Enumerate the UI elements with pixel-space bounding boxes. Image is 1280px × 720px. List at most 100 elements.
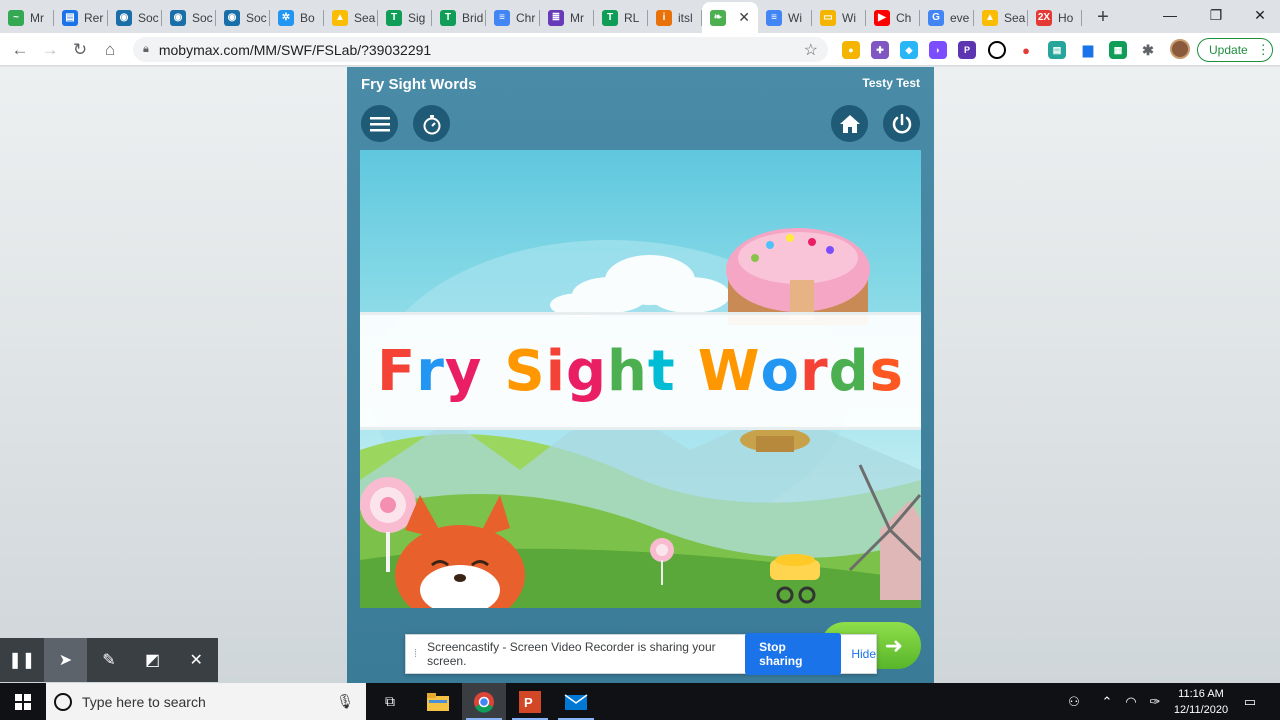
tab-favicon-icon: ▭ [820, 9, 836, 26]
browser-tab[interactable]: ≡ Wi [758, 2, 812, 33]
arrow-right-icon: ➜ [884, 632, 903, 658]
windows-logo-icon [15, 693, 31, 710]
profile-avatar[interactable] [1170, 39, 1190, 59]
title-letter: r [416, 338, 445, 404]
browser-tab-active[interactable]: ❧ ✕ [702, 2, 758, 33]
game-scene[interactable]: Fry Sight Words [360, 150, 921, 608]
restore-button[interactable]: ❐ [1194, 0, 1238, 30]
reload-icon[interactable]: ↻ [68, 38, 92, 62]
drag-grip-icon[interactable]: ⁞ [414, 648, 417, 660]
browser-tab[interactable]: ▭ Wi [812, 2, 866, 33]
close-icon[interactable]: ✕ [174, 638, 218, 682]
extension-shield-icon[interactable]: ◗ [929, 41, 947, 59]
browser-tab[interactable]: ▲ Sea [324, 2, 378, 33]
extensions-puzzle-icon[interactable]: ✱ [1139, 41, 1157, 59]
update-button[interactable]: Update ⋮ [1197, 38, 1273, 62]
pen-workspace-icon[interactable]: ✑ [1144, 683, 1166, 720]
start-button[interactable] [0, 683, 46, 720]
pointer-icon[interactable]: ➤ [43, 638, 88, 682]
tab-favicon-icon: i [656, 9, 672, 26]
tab-label: Sig [408, 10, 426, 25]
browser-tab[interactable]: ✲ Bo [270, 2, 324, 33]
power-icon [892, 113, 911, 133]
people-icon[interactable]: ⚇ [1062, 683, 1086, 720]
hamburger-icon [369, 116, 390, 131]
menu-dots-icon[interactable]: ⋮ [1257, 42, 1270, 58]
pen-icon[interactable]: ✎ [87, 638, 131, 682]
home-icon[interactable]: ⌂ [98, 38, 122, 62]
lock-icon: 🔒︎ [143, 43, 149, 55]
back-icon[interactable]: ← [8, 38, 32, 62]
extension-puzzle-purple-icon[interactable]: ✚ [871, 41, 889, 59]
extension-circle-icon[interactable] [988, 41, 1006, 59]
extension-screencastify-icon[interactable]: ● [1017, 41, 1035, 59]
browser-toolbar: ← → ↻ ⌂ 🔒︎ mobymax.com/MM/SWF/FSLab/?390… [0, 33, 1280, 66]
tab-favicon-icon: ≡ [494, 9, 510, 26]
stopwatch-icon [423, 114, 440, 134]
title-letter: S [504, 338, 546, 404]
bookmark-star-icon[interactable]: ☆ [804, 40, 818, 60]
taskbar-clock[interactable]: 11:16 AM 12/11/2020 [1168, 686, 1234, 718]
extension-diamond-icon[interactable]: ◆ [900, 41, 918, 59]
browser-tab[interactable]: Geve [920, 2, 974, 33]
cortana-icon [54, 692, 72, 711]
hide-button[interactable]: Hide [851, 647, 876, 661]
file-explorer-icon[interactable] [416, 683, 460, 720]
chrome-icon[interactable] [462, 683, 506, 720]
clock-date: 12/11/2020 [1173, 704, 1229, 716]
task-view-icon[interactable]: ⧉ [368, 683, 412, 720]
title-word: Fry [377, 339, 482, 404]
extension-sheets-icon[interactable]: ▦ [1109, 41, 1127, 59]
browser-tab[interactable]: ◉ Soc [162, 2, 216, 33]
timer-button[interactable] [413, 105, 450, 142]
powerpoint-icon[interactable]: P [508, 683, 552, 720]
url-text[interactable]: mobymax.com/MM/SWF/FSLab/?39032291 [159, 42, 431, 58]
browser-tab[interactable]: ~ Mr [0, 2, 54, 33]
tab-favicon-icon: ◉ [116, 9, 132, 26]
extension-notes-icon[interactable]: ▤ [1048, 41, 1066, 59]
forward-icon[interactable]: → [38, 38, 62, 62]
home-button[interactable] [831, 105, 868, 142]
browser-tab[interactable]: T Brid [432, 2, 486, 33]
browser-tab[interactable]: ≡ Chr [486, 2, 540, 33]
browser-tab[interactable]: ▲ Sea [974, 2, 1028, 33]
wifi-icon[interactable]: ◠ [1120, 683, 1142, 720]
address-bar[interactable]: 🔒︎ mobymax.com/MM/SWF/FSLab/?39032291 ☆ [133, 37, 828, 62]
notifications-icon[interactable]: ▭ [1238, 683, 1262, 720]
update-label: Update [1209, 43, 1248, 57]
clock-time: 11:16 AM [1178, 688, 1224, 700]
browser-tab[interactable]: ◉ Soc [216, 2, 270, 33]
browser-tab[interactable]: T Sig [378, 2, 432, 33]
stop-sharing-button[interactable]: Stop sharing [745, 633, 842, 675]
menu-button[interactable] [361, 105, 398, 142]
taskbar-search[interactable]: Type here to search 🎙︎ [46, 683, 366, 720]
mail-icon[interactable] [554, 683, 598, 720]
title-letter: W [697, 338, 761, 404]
tab-favicon-icon: ✲ [278, 9, 294, 26]
extension-print-icon[interactable]: ▆ [1079, 41, 1097, 59]
chevron-up-icon[interactable]: ⌃ [1096, 683, 1118, 720]
eraser-icon[interactable]: ◩ [131, 638, 175, 682]
browser-tab[interactable]: 2X Ho [1028, 2, 1082, 33]
browser-tab[interactable]: ▤ Rer [54, 2, 108, 33]
tab-close-icon[interactable]: ✕ [738, 9, 750, 26]
tab-label: Mr [570, 10, 584, 25]
extension-on-icon[interactable]: ● [842, 41, 860, 59]
close-window-button[interactable]: ✕ [1238, 0, 1280, 30]
browser-tab[interactable]: ▶ Ch [866, 2, 920, 33]
title-word: Sight [504, 339, 675, 404]
tab-label: Ch [896, 10, 912, 25]
new-tab-icon[interactable]: + [1088, 2, 1118, 33]
power-button[interactable] [883, 105, 920, 142]
tab-label: Wi [842, 10, 856, 25]
browser-tab[interactable]: T RL [594, 2, 648, 33]
browser-tab[interactable]: ◉ Soc [108, 2, 162, 33]
pause-icon[interactable]: ❚❚ [0, 638, 44, 682]
title-letter: y [444, 338, 483, 404]
browser-tab[interactable]: i itsl [648, 2, 702, 33]
browser-tab[interactable]: ≣ Mr [540, 2, 594, 33]
extension-pdf-icon[interactable]: P [958, 41, 976, 59]
minimize-button[interactable]: — [1148, 0, 1192, 30]
microphone-icon[interactable]: 🎙︎ [336, 693, 354, 710]
page-viewport: Fry Sight Words Testy Test Fry Sight Wor… [0, 67, 1280, 683]
